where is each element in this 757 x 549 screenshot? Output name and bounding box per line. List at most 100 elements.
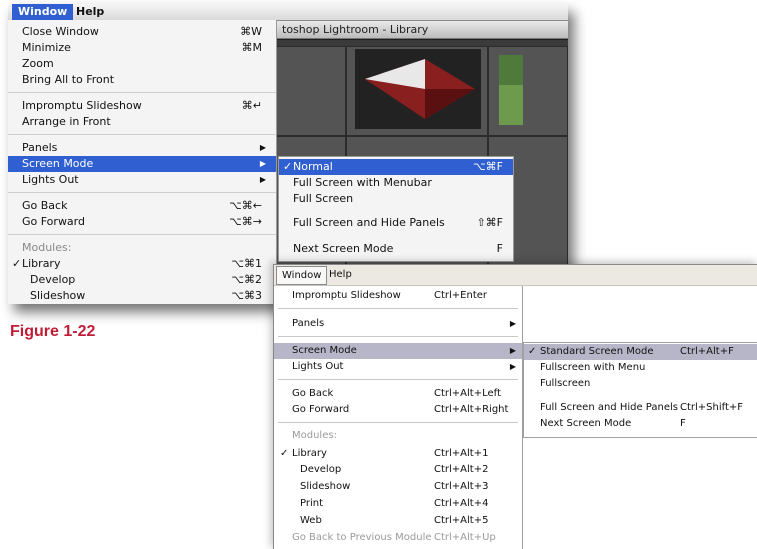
grid-cell[interactable] xyxy=(346,46,488,136)
menu-item-label: Panels xyxy=(292,318,325,329)
menu-item-label: Go Forward xyxy=(22,215,85,228)
menu-item-go-back[interactable]: Go Back ⌥⌘← xyxy=(8,198,276,214)
grid-cell[interactable] xyxy=(488,46,568,136)
menu-item-shortcut: ⌥⌘2 xyxy=(231,273,262,286)
menu-item-bring-all-to-front[interactable]: Bring All to Front xyxy=(8,72,276,88)
menu-item-arrange-in-front[interactable]: Arrange in Front xyxy=(8,114,276,130)
menu-item-label: Go Back xyxy=(22,199,68,212)
menu-item-label: Print xyxy=(300,498,324,509)
menu-item-label: Go Back to Previous Module xyxy=(292,532,432,543)
win-menubar-window[interactable]: Window xyxy=(276,266,328,285)
submenu-item-shortcut: F xyxy=(496,242,503,255)
menu-item-label: Arrange in Front xyxy=(22,115,111,128)
menu-separator xyxy=(8,134,276,135)
menu-item-label: Close Window xyxy=(22,25,99,38)
menu-item-shortcut: Ctrl+Alt+5 xyxy=(434,515,489,526)
menu-item-library[interactable]: ✓ Library ⌥⌘1 xyxy=(8,256,276,272)
submenu-item-label: Full Screen and Hide Panels xyxy=(293,216,445,229)
menu-item-label: Slideshow xyxy=(300,481,351,492)
submenu-arrow-icon: ▶ xyxy=(259,143,266,152)
menu-item-develop[interactable]: Develop Ctrl+Alt+2 xyxy=(274,462,522,478)
menu-item-lights-out[interactable]: Lights Out ▶ xyxy=(274,359,522,375)
menu-item-screen-mode[interactable]: Screen Mode ▶ xyxy=(274,343,522,359)
menu-item-slideshow[interactable]: Slideshow ⌥⌘3 xyxy=(8,288,276,304)
menu-item-shortcut: Ctrl+Alt+Right xyxy=(434,404,509,415)
submenu-item-fullscreen-with-menu[interactable]: Fullscreen with Menu xyxy=(524,360,757,376)
menu-item-label: Develop xyxy=(300,464,342,475)
submenu-item-label: Next Screen Mode xyxy=(540,418,632,429)
menu-item-close-window[interactable]: Close Window ⌘W xyxy=(8,24,276,40)
menu-item-develop[interactable]: Develop ⌥⌘2 xyxy=(8,272,276,288)
menu-item-library[interactable]: ✓ Library Ctrl+Alt+1 xyxy=(274,446,522,462)
submenu-item-full-screen-hide-panels[interactable]: Full Screen and Hide Panels Ctrl+Shift+F xyxy=(524,400,757,416)
menu-item-panels[interactable]: Panels ▶ xyxy=(8,140,276,156)
menu-item-shortcut: Ctrl+Alt+Left xyxy=(434,388,501,399)
menu-item-shortcut: Ctrl+Alt+Up xyxy=(434,532,496,543)
mac-app-title: toshop Lightroom - Library xyxy=(276,21,568,39)
win-menubar-help[interactable]: Help xyxy=(324,265,357,284)
menu-item-label: Web xyxy=(300,515,322,526)
menu-item-shortcut: ⌘↵ xyxy=(241,99,262,112)
menu-item-label: Impromptu Slideshow xyxy=(22,99,142,112)
mac-menubar-help[interactable]: Help xyxy=(70,4,110,20)
menu-separator xyxy=(278,379,518,380)
grid-cell[interactable] xyxy=(276,46,346,136)
menu-item-shortcut: ⌥⌘← xyxy=(229,199,262,212)
menu-item-shortcut: ⌥⌘→ xyxy=(229,215,262,228)
figure-caption: Figure 1-22 xyxy=(10,323,96,340)
menu-item-shortcut: Ctrl+Alt+3 xyxy=(434,481,489,492)
menu-separator xyxy=(8,92,276,93)
menu-item-screen-mode[interactable]: Screen Mode ▶ xyxy=(8,156,276,172)
submenu-item-label: Normal xyxy=(293,160,333,173)
menu-item-shortcut: Ctrl+Alt+4 xyxy=(434,498,489,509)
photo-thumbnail[interactable] xyxy=(355,49,481,129)
menu-separator xyxy=(278,336,518,337)
checkmark-icon: ✓ xyxy=(283,160,293,173)
submenu-item-next-screen-mode[interactable]: Next Screen Mode F xyxy=(279,241,513,257)
menu-item-impromptu-slideshow[interactable]: Impromptu Slideshow Ctrl+Enter xyxy=(274,288,522,304)
menu-item-zoom[interactable]: Zoom xyxy=(8,56,276,72)
menu-item-lights-out[interactable]: Lights Out ▶ xyxy=(8,172,276,188)
submenu-item-standard-screen-mode[interactable]: ✓ Standard Screen Mode Ctrl+Alt+F xyxy=(524,344,757,360)
submenu-item-full-screen-hide-panels[interactable]: Full Screen and Hide Panels ⇧⌘F xyxy=(279,215,513,231)
menu-item-label: Lights Out xyxy=(292,361,344,372)
menu-item-print[interactable]: Print Ctrl+Alt+4 xyxy=(274,496,522,512)
mac-window-menu: Close Window ⌘W Minimize ⌘M Zoom Bring A… xyxy=(8,20,277,304)
submenu-item-shortcut: Ctrl+Alt+F xyxy=(680,346,734,357)
menu-item-web[interactable]: Web Ctrl+Alt+5 xyxy=(274,513,522,529)
menu-item-label: Impromptu Slideshow xyxy=(292,290,401,301)
submenu-item-label: Full Screen and Hide Panels xyxy=(540,402,678,413)
menu-item-slideshow[interactable]: Slideshow Ctrl+Alt+3 xyxy=(274,479,522,495)
submenu-item-fullscreen[interactable]: Fullscreen xyxy=(524,376,757,392)
photo-thumbnail[interactable] xyxy=(499,55,523,125)
menu-item-shortcut: ⌥⌘1 xyxy=(231,257,262,270)
menu-item-shortcut: Ctrl+Alt+2 xyxy=(434,464,489,475)
menu-item-shortcut: ⌥⌘3 xyxy=(231,289,262,302)
menu-item-minimize[interactable]: Minimize ⌘M xyxy=(8,40,276,56)
menu-item-label: Minimize xyxy=(22,41,71,54)
submenu-arrow-icon: ▶ xyxy=(509,362,516,371)
submenu-item-shortcut: ⌥⌘F xyxy=(472,160,503,173)
submenu-item-next-screen-mode[interactable]: Next Screen Mode F xyxy=(524,416,757,432)
menu-item-label: Zoom xyxy=(22,57,54,70)
menu-item-go-forward[interactable]: Go Forward ⌥⌘→ xyxy=(8,214,276,230)
menu-item-impromptu-slideshow[interactable]: Impromptu Slideshow ⌘↵ xyxy=(8,98,276,114)
submenu-item-shortcut: F xyxy=(680,418,686,429)
submenu-item-normal[interactable]: ✓ Normal ⌥⌘F xyxy=(279,159,513,175)
mac-menubar-window[interactable]: Window xyxy=(12,4,74,20)
win-menubar: Window Help xyxy=(274,265,757,286)
submenu-arrow-icon: ▶ xyxy=(509,319,516,328)
win-window-menu: Impromptu Slideshow Ctrl+Enter Panels ▶ … xyxy=(274,286,523,549)
menu-item-go-back-previous-module[interactable]: Go Back to Previous Module Ctrl+Alt+Up xyxy=(274,530,522,546)
menu-modules-header: Modules: xyxy=(8,240,276,256)
windows-screenshot: Window Help Impromptu Slideshow Ctrl+Ent… xyxy=(273,264,757,549)
mac-screenshot: Window Help toshop Lightroom - Library C xyxy=(8,4,568,304)
menu-item-go-forward[interactable]: Go Forward Ctrl+Alt+Right xyxy=(274,402,522,418)
submenu-item-full-screen[interactable]: Full Screen xyxy=(279,191,513,207)
checkmark-icon: ✓ xyxy=(280,448,289,459)
menu-item-go-back[interactable]: Go Back Ctrl+Alt+Left xyxy=(274,386,522,402)
submenu-item-full-screen-menubar[interactable]: Full Screen with Menubar xyxy=(279,175,513,191)
submenu-item-label: Full Screen with Menubar xyxy=(293,176,432,189)
menu-item-panels[interactable]: Panels ▶ xyxy=(274,316,522,332)
submenu-item-label: Standard Screen Mode xyxy=(540,346,654,357)
